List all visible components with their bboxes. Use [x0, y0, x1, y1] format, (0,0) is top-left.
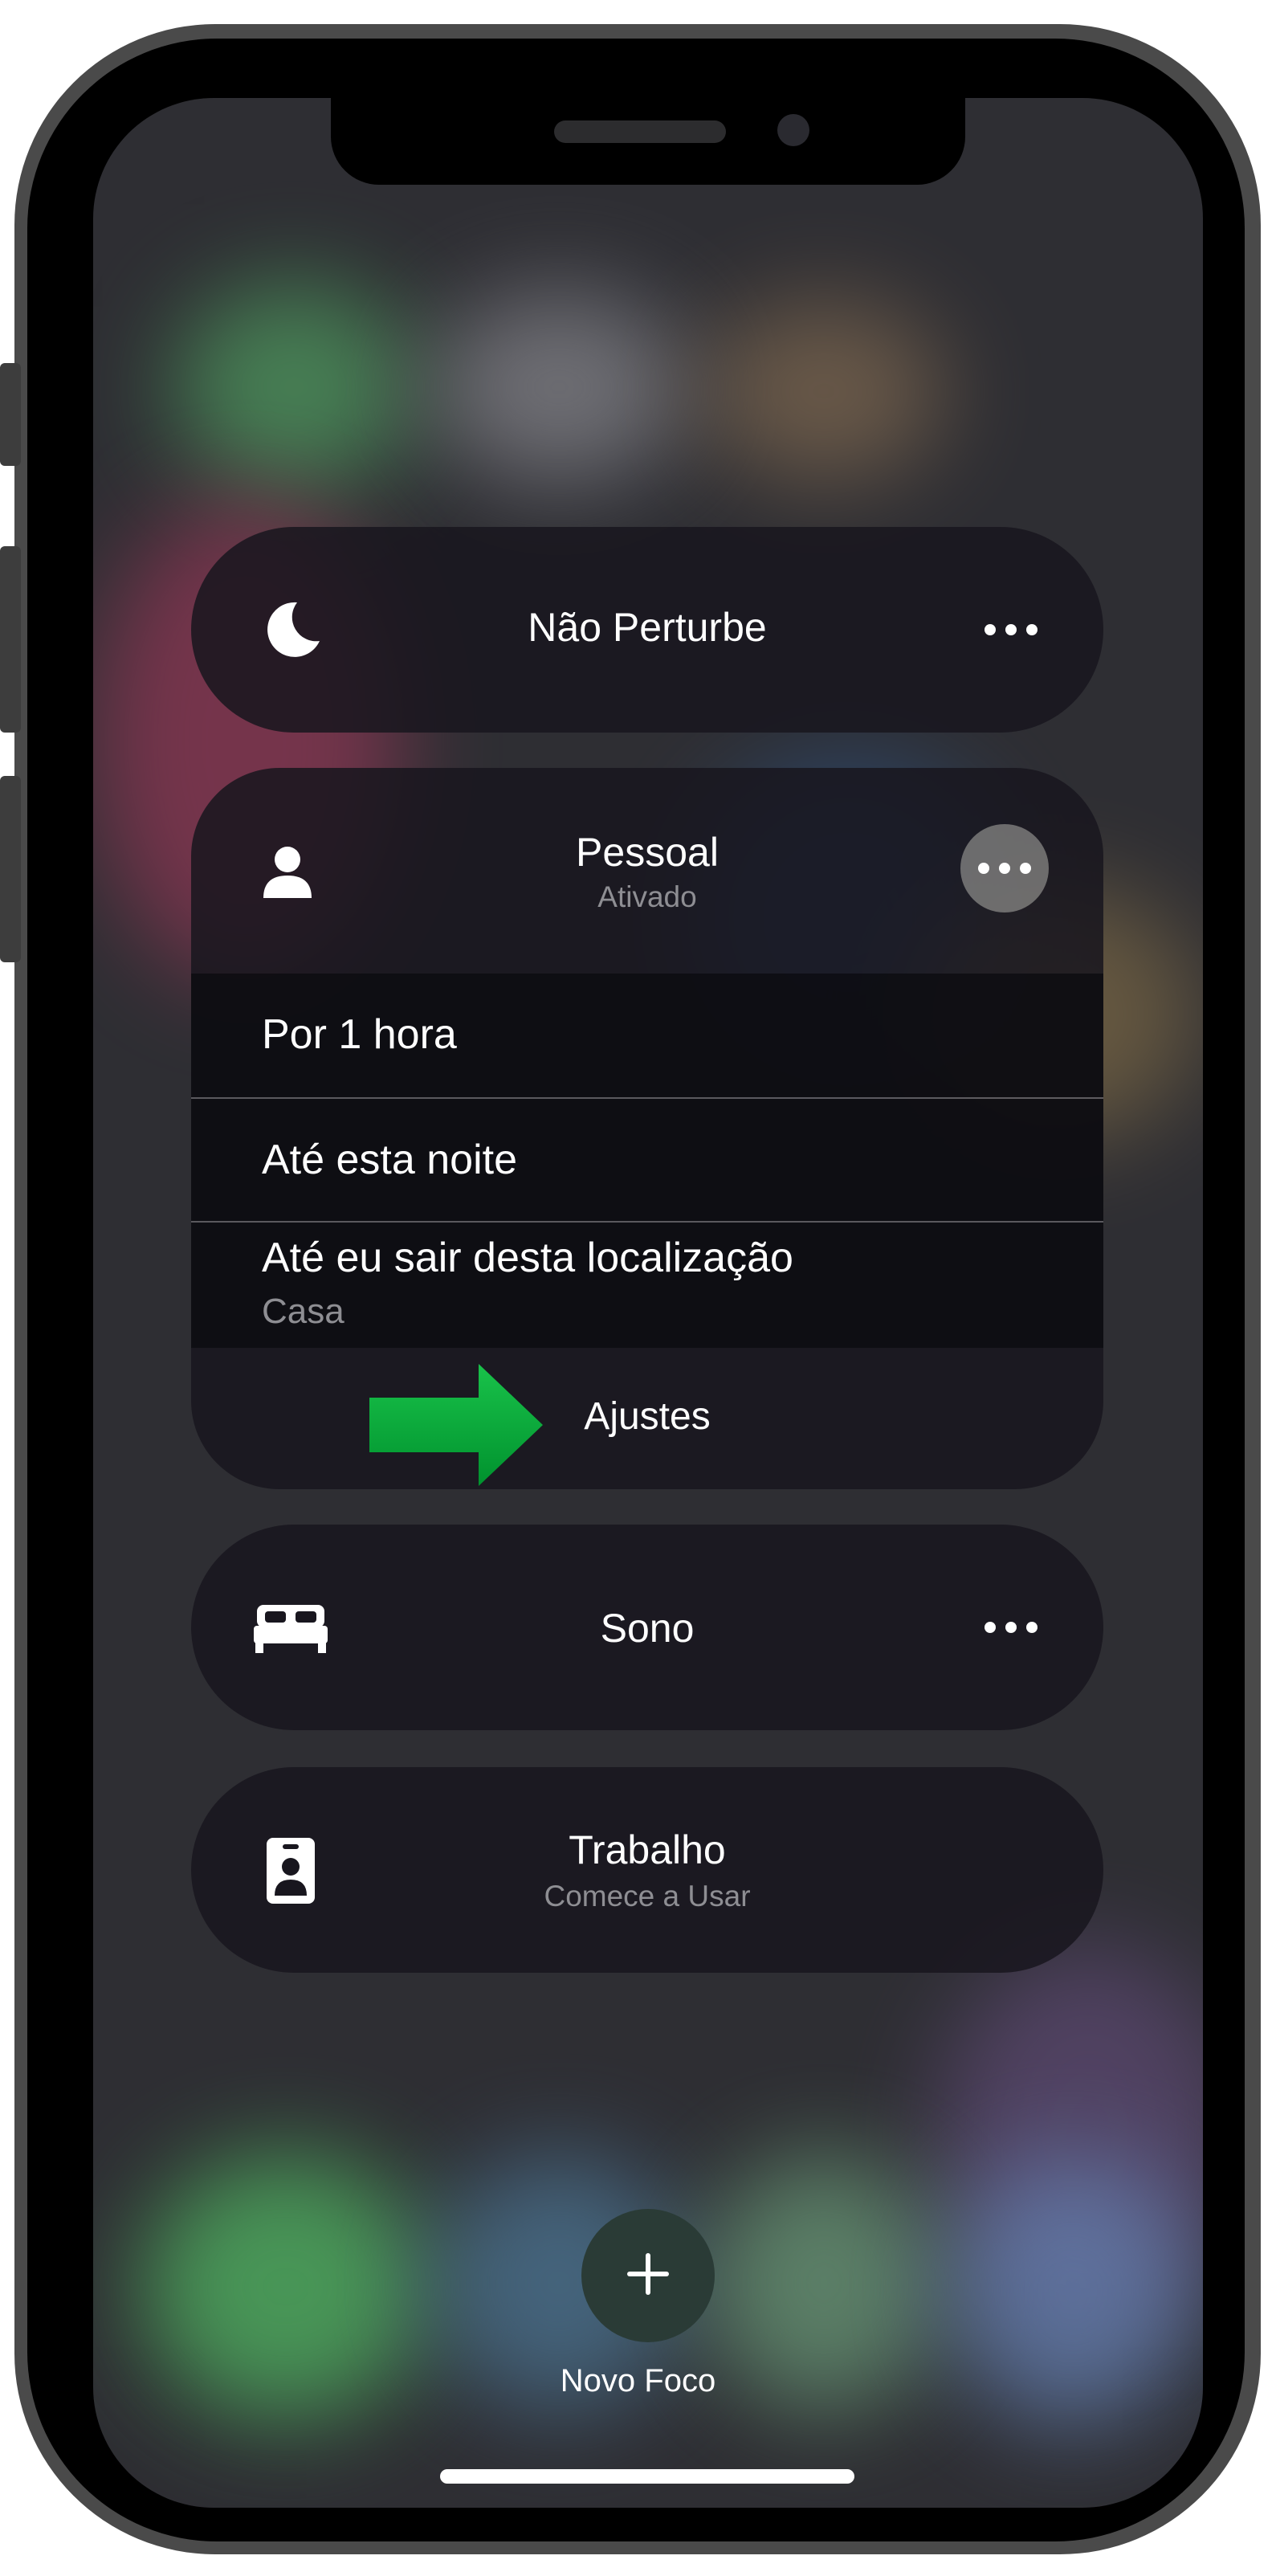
menu-option-label: Até eu sair desta localização — [262, 1235, 793, 1281]
phone-volume-down-button — [0, 776, 21, 962]
new-focus-button[interactable] — [581, 2209, 715, 2342]
ellipsis-icon — [978, 863, 1031, 874]
menu-option-label: Até esta noite — [262, 1137, 517, 1183]
menu-option-label: Por 1 hora — [262, 1011, 457, 1058]
settings-label: Ajustes — [584, 1395, 711, 1438]
phone-volume-up-button — [0, 546, 21, 733]
focus-work-pill[interactable]: Trabalho Comece a Usar — [191, 1767, 1103, 1973]
menu-option-sublabel: Casa — [262, 1292, 344, 1331]
focus-dnd-more-button[interactable] — [967, 586, 1055, 674]
home-indicator[interactable] — [440, 2469, 854, 2484]
focus-work-status: Comece a Usar — [544, 1880, 751, 1913]
focus-work-title: Trabalho — [569, 1827, 726, 1872]
menu-option-one-hour[interactable]: Por 1 hora — [191, 974, 1103, 1097]
phone-action-button — [0, 363, 21, 466]
background-blur — [703, 299, 944, 484]
plus-icon — [626, 2251, 671, 2300]
focus-dnd-pill[interactable]: Não Perturbe — [191, 527, 1103, 733]
focus-sleep-pill[interactable]: Sono — [191, 1525, 1103, 1730]
annotation-arrow-icon — [369, 1364, 546, 1489]
earpiece-speaker — [554, 120, 726, 143]
focus-personal-card: Pessoal Ativado Por 1 hora Até esta noit… — [191, 768, 1103, 1489]
background-blur — [430, 291, 687, 484]
ellipsis-icon — [985, 1622, 1038, 1633]
settings-button[interactable]: Ajustes — [191, 1348, 1103, 1489]
ellipsis-icon — [985, 624, 1038, 635]
menu-option-tonight[interactable]: Até esta noite — [191, 1099, 1103, 1221]
front-camera — [777, 114, 809, 146]
focus-personal-more-button[interactable] — [960, 824, 1049, 912]
focus-sleep-more-button[interactable] — [967, 1583, 1055, 1672]
background-blur — [173, 283, 414, 492]
new-focus-label: Novo Foco — [560, 2363, 716, 2398]
menu-option-leave-location[interactable]: Até eu sair desta localização Casa — [191, 1223, 1103, 1348]
